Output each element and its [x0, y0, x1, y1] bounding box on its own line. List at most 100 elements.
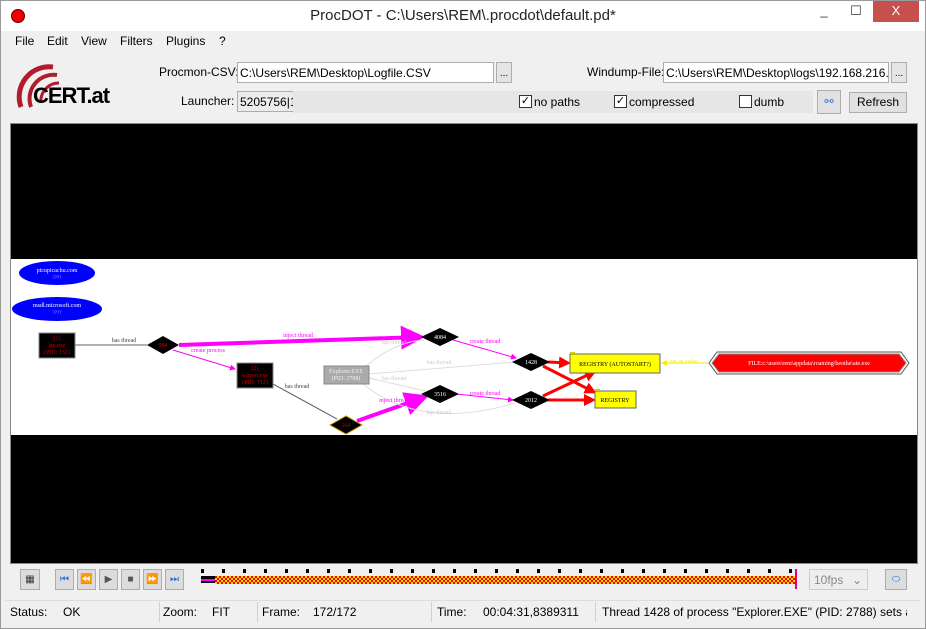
zoom-value: FIT [212, 605, 230, 619]
thread-id: 4084 [434, 335, 446, 341]
graph-layout-icon[interactable]: ⚯ [817, 90, 841, 114]
procmon-browse-button[interactable]: ... [496, 62, 512, 83]
registry-label: REGISTRY (AUTOSTART?) [579, 361, 651, 368]
minimize-button[interactable]: _ [809, 1, 839, 22]
stop-button[interactable]: ■ [121, 569, 140, 590]
step-forward-button[interactable]: ⏩ [143, 569, 162, 590]
process-name: ate.exe [49, 343, 66, 349]
menu-filters[interactable]: Filters [120, 34, 153, 48]
play-button[interactable]: ▶ [99, 569, 118, 590]
thread-id: 2012 [525, 398, 537, 404]
time-value: 00:04:31,8389311 [483, 605, 579, 619]
edge-label: has thread [112, 338, 137, 344]
edge-label: has thread [382, 376, 407, 382]
procmon-csv-input[interactable]: C:\Users\REM\Desktop\Logfile.CSV [237, 62, 494, 83]
host-node[interactable]: picupicachu.com ???? [19, 261, 95, 285]
edge-label: has thread [285, 384, 310, 390]
timeline-ticks [201, 569, 795, 573]
chevron-down-icon: ⌄ [851, 573, 862, 587]
status-value: OK [63, 605, 81, 619]
close-button[interactable]: X [873, 1, 919, 22]
host-ip: ???? [53, 311, 63, 316]
edge-label: has thread [427, 360, 452, 366]
no-paths-checkbox[interactable]: ✓ [519, 95, 532, 108]
compressed-checkbox[interactable]: ✓ [614, 95, 627, 108]
registry-node[interactable]: REGISTRY (AUTOSTART?) [569, 352, 661, 374]
graph-area [11, 259, 917, 435]
fps-value: 10fps [814, 573, 844, 587]
edge-write [547, 356, 571, 369]
status-label: Status: [10, 605, 48, 619]
edge-label: create thread [470, 339, 501, 345]
process-node[interactable]: Explorer.EXE (PID: 2788) [323, 365, 370, 385]
host-name: picupicachu.com [37, 268, 78, 274]
thread-id: 984 [159, 343, 168, 349]
cert-logo: CERT.at [13, 63, 118, 111]
title-bar: ProcDOT - C:\Users\REM\.procdot\default.… [1, 1, 925, 31]
logo-text: CERT.at [33, 83, 110, 108]
edge-label: inject thread [283, 333, 313, 339]
time-label: Time: [437, 605, 467, 619]
edge-label: create thread [470, 391, 501, 397]
process-node[interactable]: [2] winver.exe (PID: 712) [236, 362, 274, 389]
status-bar: Status: OK Zoom: FIT Frame: 172/172 Time… [5, 600, 921, 622]
fps-select[interactable]: 10fps ⌄ [809, 569, 868, 590]
first-frame-button[interactable]: ⏮ [55, 569, 74, 590]
zoom-label: Zoom: [163, 605, 198, 619]
process-id: [1] [54, 336, 61, 342]
process-node[interactable]: [1] ate.exe (PID: 152) [38, 332, 76, 359]
host-node[interactable]: msdl.microsoft.com ???? [12, 297, 102, 321]
refresh-button[interactable]: Refresh [849, 92, 907, 113]
step-back-button[interactable]: ⏪ [77, 569, 96, 590]
graph-canvas[interactable]: has thread has thread inject thread crea… [10, 123, 918, 564]
menu-edit[interactable]: Edit [47, 34, 68, 48]
last-frame-button[interactable]: ⏭ [165, 569, 184, 590]
edge-label: inject thread [379, 398, 409, 404]
registry-node[interactable]: REGISTRY [594, 389, 637, 409]
window-title: ProcDOT - C:\Users\REM\.procdot\default.… [310, 7, 616, 24]
film-icon[interactable]: ▦ [20, 569, 40, 590]
edge-label: create process [191, 348, 225, 354]
windump-file-input[interactable]: C:\Users\REM\Desktop\logs\192.168.216.12 [663, 62, 889, 83]
procmon-label: Procmon-CSV: [159, 65, 239, 79]
frame-label: Frame: [262, 605, 301, 619]
frame-value: 172/172 [313, 605, 357, 619]
host-ip: ???? [53, 276, 63, 281]
thread-id: 164 [342, 423, 351, 429]
timeline-events [215, 576, 795, 584]
process-pid: (PID: 712) [242, 379, 268, 386]
process-pid: (PID: 152) [44, 349, 70, 356]
menu-view[interactable]: View [81, 34, 107, 48]
process-name: winver.exe [242, 373, 268, 379]
timeline-slider[interactable] [201, 569, 797, 589]
launcher-label: Launcher: [181, 94, 235, 108]
file-path: FILE:c:\users\rem\appdata\roaming\beothe… [748, 361, 870, 367]
status-message: Thread 1428 of process "Explorer.EXE" (P… [602, 605, 907, 619]
timeline-position-marker[interactable] [795, 569, 797, 589]
menu-plugins[interactable]: Plugins [166, 34, 205, 48]
dumb-label: dumb [754, 95, 785, 109]
edge-label: has thread [382, 340, 407, 346]
dumb-checkbox[interactable] [739, 95, 752, 108]
compressed-label: compressed [629, 95, 695, 109]
sync-icon[interactable]: ⬭ [885, 569, 907, 590]
no-paths-label: no paths [534, 95, 581, 109]
process-name: Explorer.EXE [329, 369, 363, 375]
maximize-button[interactable]: ☐ [841, 1, 871, 22]
windump-label: Windump-File: [587, 65, 665, 79]
menu-bar: File Edit View Filters Plugins ? [1, 32, 925, 52]
process-id: [2] [252, 366, 259, 372]
process-pid: (PID: 2788) [332, 375, 361, 382]
edge-label: has thread [427, 410, 452, 416]
thread-id: 3516 [434, 392, 446, 398]
menu-file[interactable]: File [15, 34, 34, 48]
thread-id: 1428 [525, 360, 537, 366]
file-node[interactable]: FILE:c:\users\rem\appdata\roaming\beothe… [708, 351, 910, 375]
registry-label: REGISTRY [600, 398, 630, 404]
app-window: ProcDOT - C:\Users\REM\.procdot\default.… [0, 0, 926, 629]
menu-help[interactable]: ? [219, 34, 226, 48]
host-name: msdl.microsoft.com [33, 302, 81, 309]
edge-label: set as value [670, 359, 698, 365]
windump-browse-button[interactable]: ... [891, 62, 907, 83]
timeline-start [201, 576, 215, 583]
